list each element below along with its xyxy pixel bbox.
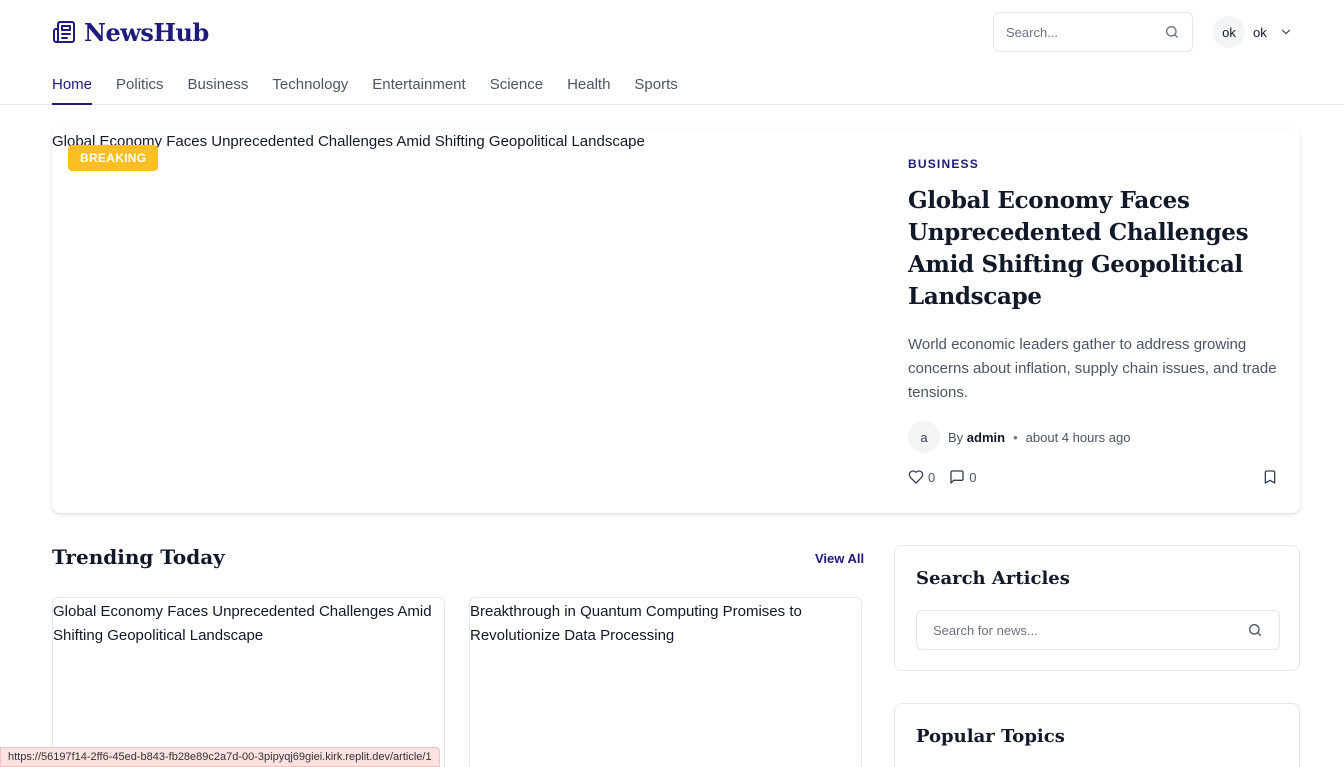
nav-science[interactable]: Science xyxy=(490,72,543,105)
search-icon[interactable] xyxy=(1247,622,1263,638)
view-all-link[interactable]: View All xyxy=(815,551,864,566)
search-icon[interactable] xyxy=(1164,24,1180,40)
header-search xyxy=(993,12,1193,52)
published-time: about 4 hours ago xyxy=(1025,429,1131,445)
search-articles-heading: Search Articles xyxy=(916,568,1070,589)
meta-separator: • xyxy=(1013,429,1018,445)
user-avatar: ok xyxy=(1213,16,1245,48)
popular-topics-widget: Popular Topics xyxy=(894,703,1300,767)
article-search xyxy=(916,610,1280,650)
comment-count: 0 xyxy=(969,469,977,485)
category-nav: Home Politics Business Technology Entert… xyxy=(52,72,678,105)
comment-icon xyxy=(949,469,965,485)
author-name[interactable]: admin xyxy=(967,430,1005,445)
featured-article-card[interactable]: Global Economy Faces Unprecedented Chall… xyxy=(52,129,1300,513)
nav-entertainment[interactable]: Entertainment xyxy=(372,72,465,105)
like-count: 0 xyxy=(928,469,936,485)
featured-meta: a By admin • about 4 hours ago xyxy=(908,421,1278,453)
nav-technology[interactable]: Technology xyxy=(272,72,348,105)
site-header: NewsHub ok ok Home Politics Business Tec… xyxy=(0,0,1344,105)
article-search-input[interactable] xyxy=(933,622,1247,638)
nav-politics[interactable]: Politics xyxy=(116,72,164,105)
nav-business[interactable]: Business xyxy=(188,72,249,105)
featured-title[interactable]: Global Economy Faces Unprecedented Chall… xyxy=(908,185,1278,313)
chevron-down-icon xyxy=(1279,25,1293,39)
author-avatar: a xyxy=(908,421,940,453)
featured-actions: 0 0 xyxy=(908,467,1278,487)
trending-card[interactable]: Global Economy Faces Unprecedented Chall… xyxy=(52,597,445,767)
site-logo[interactable]: NewsHub xyxy=(52,16,209,48)
comment-button[interactable]: 0 xyxy=(949,469,976,485)
header-search-input[interactable] xyxy=(1006,24,1164,40)
like-button[interactable]: 0 xyxy=(908,469,935,485)
user-name: ok xyxy=(1253,24,1267,40)
trending-card[interactable]: Breakthrough in Quantum Computing Promis… xyxy=(469,597,862,767)
byline-prefix: By xyxy=(948,429,964,445)
trending-heading: Trending Today xyxy=(52,545,225,569)
status-bar-url: https://56197f14-2ff6-45ed-b843-fb28e89c… xyxy=(0,747,440,767)
author-byline: By admin xyxy=(948,430,1005,445)
bookmark-icon[interactable] xyxy=(1262,469,1278,485)
breaking-badge: BREAKING xyxy=(68,145,159,171)
featured-image[interactable]: Global Economy Faces Unprecedented Chall… xyxy=(52,129,884,513)
popular-topics-heading: Popular Topics xyxy=(916,726,1065,747)
nav-health[interactable]: Health xyxy=(567,72,610,105)
user-menu[interactable]: ok ok xyxy=(1213,16,1293,48)
search-articles-widget: Search Articles xyxy=(894,545,1300,671)
featured-content: BUSINESS Global Economy Faces Unpreceden… xyxy=(908,157,1278,453)
featured-category[interactable]: BUSINESS xyxy=(908,157,1278,171)
site-name: NewsHub xyxy=(84,17,209,47)
newspaper-icon xyxy=(52,20,76,44)
heart-icon xyxy=(908,469,924,485)
trending-image-alt-text: Breakthrough in Quantum Computing Promis… xyxy=(470,603,802,644)
nav-home[interactable]: Home xyxy=(52,72,93,105)
trending-image-alt-text: Global Economy Faces Unprecedented Chall… xyxy=(53,603,432,644)
nav-sports[interactable]: Sports xyxy=(634,72,677,105)
featured-summary: World economic leaders gather to address… xyxy=(908,336,1277,401)
